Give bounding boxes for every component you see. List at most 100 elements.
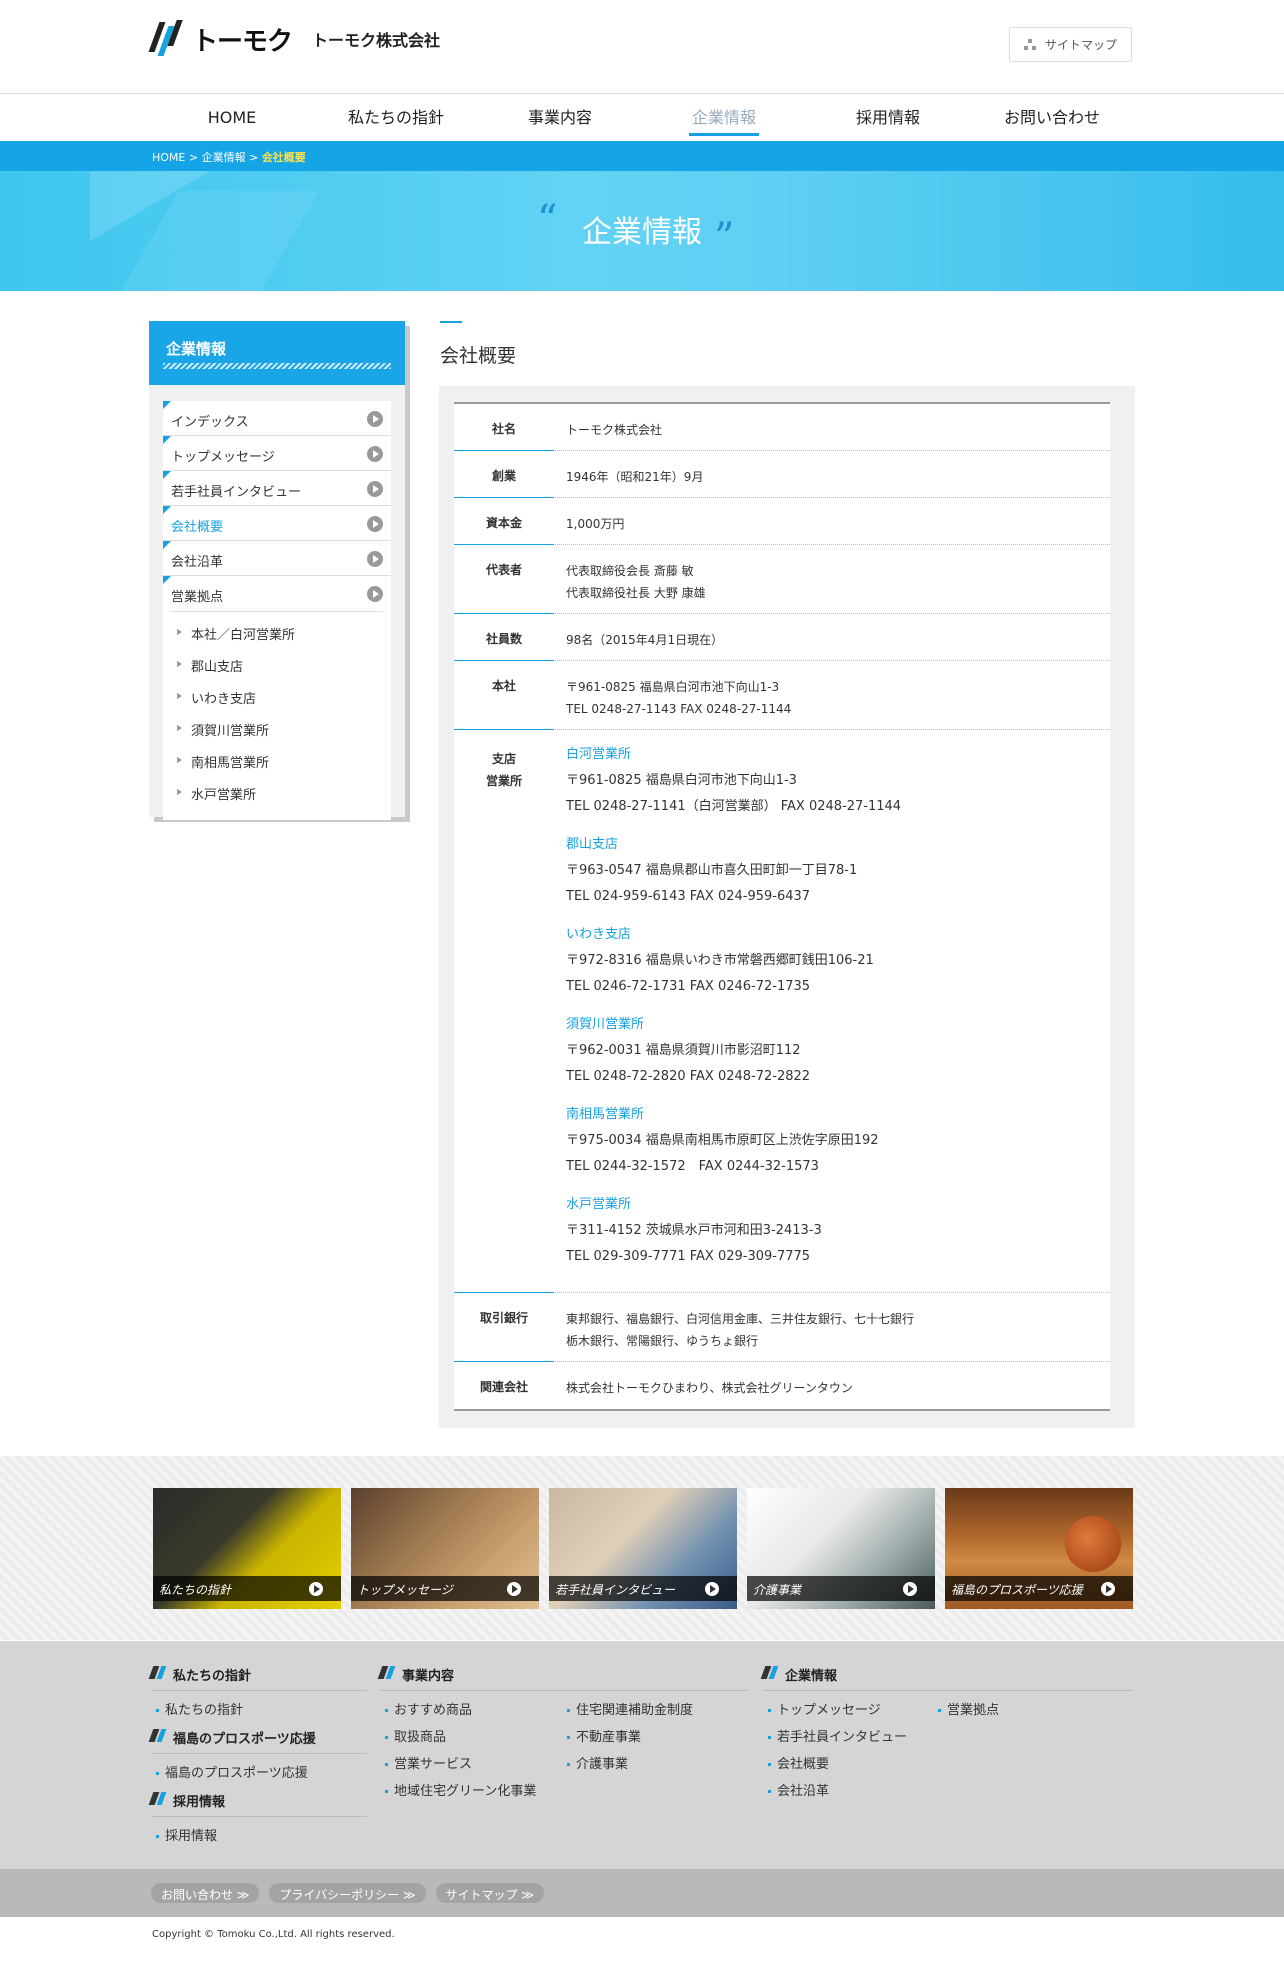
- footer-link[interactable]: 会社沿革: [763, 1778, 933, 1805]
- row-label: 関連会社: [479, 1380, 528, 1394]
- row-label-line: 支店: [491, 752, 516, 766]
- table-row: 社名 トーモク株式会社: [454, 404, 1110, 451]
- sitemap-icon: [1023, 39, 1037, 50]
- footer-heading: 福島のプロスポーツ応援: [151, 1728, 367, 1754]
- breadcrumb-home[interactable]: HOME: [152, 151, 185, 164]
- nav-company[interactable]: 企業情報: [642, 95, 806, 140]
- sidebar-subitem[interactable]: 須賀川営業所: [171, 712, 383, 744]
- table-row: 資本金 1,000万円: [454, 498, 1110, 545]
- branch-name-link[interactable]: 白河営業所: [566, 742, 1100, 768]
- banner-caption-text: 私たちの指針: [159, 1583, 232, 1597]
- footer-links: 採用情報: [151, 1817, 367, 1850]
- nav-philosophy[interactable]: 私たちの指針: [314, 95, 478, 140]
- footer-link[interactable]: 介護事業: [562, 1751, 693, 1778]
- sidebar-item-label: インデックス: [171, 415, 249, 430]
- footer-link[interactable]: 営業拠点: [933, 1697, 999, 1724]
- nav-home[interactable]: HOME: [150, 95, 314, 140]
- footer-link[interactable]: 私たちの指針: [151, 1697, 367, 1724]
- row-label: 創業: [454, 451, 554, 498]
- sidebar-item-offices[interactable]: 営業拠点: [163, 576, 391, 611]
- footer-heading: 私たちの指針: [151, 1665, 367, 1691]
- row-value: 1,000万円: [566, 517, 625, 531]
- banner-caption-text: 若手社員インタビュー: [555, 1583, 676, 1597]
- footer-link[interactable]: 取扱商品: [380, 1724, 562, 1751]
- branch-name-link[interactable]: 郡山支店: [566, 832, 1100, 858]
- row-value: トーモク株式会社: [566, 423, 663, 437]
- footer-link[interactable]: 採用情報: [151, 1823, 367, 1850]
- footer-heading: 採用情報: [151, 1791, 367, 1817]
- hero-banner: “ 企業情報 ”: [0, 171, 1284, 291]
- branch-name-link[interactable]: 須賀川営業所: [566, 1012, 1100, 1038]
- footer-link[interactable]: 住宅関連補助金制度: [562, 1697, 693, 1724]
- branch-name-link[interactable]: 水戸営業所: [566, 1192, 1100, 1218]
- sidebar-item-label: 会社沿革: [171, 555, 224, 570]
- nav-recruit[interactable]: 採用情報: [806, 95, 970, 140]
- footer-link[interactable]: 営業サービス: [380, 1751, 562, 1778]
- arrow-circle-icon: [367, 411, 383, 427]
- branch-entry: 白河営業所 〒961-0825 福島県白河市池下向山1-3 TEL 0248-2…: [566, 742, 1100, 820]
- footer-links: おすすめ商品 取扱商品 営業サービス 地域住宅グリーン化事業 住宅関連補助金制度…: [380, 1691, 748, 1805]
- banner-philosophy[interactable]: 私たちの指針: [153, 1488, 341, 1609]
- company-info-table: 社名 トーモク株式会社 創業 1946年（昭和21年）9月 資本金 1,000万…: [454, 402, 1110, 1411]
- basketball-image: [1065, 1516, 1121, 1572]
- sidebar: 企業情報 インデックス トップメッセージ 若手社員インタビュー 会社概要 会社沿…: [149, 321, 405, 820]
- banner-list: 私たちの指針 トップメッセージ 若手社員インタビュー 介護事業 福島のプロスポー…: [153, 1488, 1133, 1609]
- table-row: 取引銀行 東邦銀行、福島銀行、白河信用金庫、三井住友銀行、七十七銀行 栃木銀行、…: [454, 1293, 1110, 1362]
- banner-sports[interactable]: 福島のプロスポーツ応援: [945, 1488, 1133, 1609]
- page-title: 会社概要: [440, 345, 517, 367]
- breadcrumb-section[interactable]: 企業情報: [202, 151, 246, 164]
- branch-name-link[interactable]: 南相馬営業所: [566, 1102, 1100, 1128]
- play-icon: [705, 1582, 719, 1596]
- row-value: 株式会社トーモクひまわり、株式会社グリーンタウン: [566, 1381, 853, 1395]
- sidebar-subitem[interactable]: 本社／白河営業所: [171, 616, 383, 648]
- sidebar-subitem[interactable]: 南相馬営業所: [171, 744, 383, 776]
- banner-top-message[interactable]: トップメッセージ: [351, 1488, 539, 1609]
- branch-address: 〒961-0825 福島県白河市池下向山1-3: [566, 773, 797, 788]
- banner-caption-text: トップメッセージ: [357, 1583, 453, 1597]
- sidebar-item-interview[interactable]: 若手社員インタビュー: [163, 471, 391, 506]
- arrow-circle-icon: [367, 551, 383, 567]
- footer-link[interactable]: 不動産事業: [562, 1724, 693, 1751]
- row-value: 代表取締役会長 斎藤 敏 代表取締役社長 大野 康雄: [554, 545, 1110, 613]
- branch-phone: TEL 0248-27-1141（白河営業部） FAX 0248-27-1144: [566, 799, 902, 814]
- footer-link-group: トップメッセージ 若手社員インタビュー 会社概要 会社沿革: [763, 1697, 933, 1805]
- sidebar-item-top-message[interactable]: トップメッセージ: [163, 436, 391, 471]
- banner-caption: 介護事業: [747, 1576, 935, 1601]
- sitemap-button[interactable]: サイトマップ: [1009, 27, 1132, 62]
- banks-line: 栃木銀行、常陽銀行、ゆうちょ銀行: [566, 1334, 759, 1348]
- sidebar-subitem[interactable]: 水戸営業所: [171, 776, 383, 808]
- footer-link[interactable]: 若手社員インタビュー: [763, 1724, 933, 1751]
- footer-link[interactable]: 地域住宅グリーン化事業: [380, 1778, 562, 1805]
- footer-link[interactable]: おすすめ商品: [380, 1697, 562, 1724]
- footer-links: 福島のプロスポーツ応援: [151, 1754, 367, 1787]
- nav-business[interactable]: 事業内容: [478, 95, 642, 140]
- nav-contact[interactable]: お問い合わせ: [970, 95, 1134, 140]
- row-label: 代表者: [454, 545, 554, 614]
- hq-address: 〒961-0825 福島県白河市池下向山1-3: [566, 680, 780, 694]
- sidebar-subitem[interactable]: 郡山支店: [171, 648, 383, 680]
- sitemap-pill-link[interactable]: サイトマップ ≫: [435, 1883, 544, 1903]
- footer-link[interactable]: 福島のプロスポーツ応援: [151, 1760, 367, 1787]
- table-row: 創業 1946年（昭和21年）9月: [454, 451, 1110, 498]
- site-logo[interactable]: トーモク トーモク株式会社: [148, 18, 440, 60]
- footer-column: 事業内容 おすすめ商品 取扱商品 営業サービス 地域住宅グリーン化事業 住宅関連…: [380, 1665, 748, 1805]
- sidebar-item-label: 会社概要: [171, 520, 224, 535]
- contact-pill-link[interactable]: お問い合わせ ≫: [151, 1883, 260, 1903]
- footer-link[interactable]: 会社概要: [763, 1751, 933, 1778]
- privacy-pill-link[interactable]: プライバシーポリシー ≫: [269, 1883, 426, 1903]
- sidebar-subitem[interactable]: いわき支店: [171, 680, 383, 712]
- row-label: 取引銀行: [454, 1293, 554, 1362]
- banner-caption: 私たちの指針: [153, 1576, 341, 1601]
- arrow-circle-icon: [367, 481, 383, 497]
- row-label: 本社: [454, 661, 554, 730]
- sidebar-item-history[interactable]: 会社沿革: [163, 541, 391, 576]
- branch-name-link[interactable]: いわき支店: [566, 922, 1100, 948]
- sidebar-item-overview[interactable]: 会社概要: [163, 506, 391, 541]
- sidebar-item-label: 営業拠点: [171, 590, 224, 605]
- sidebar-item-index[interactable]: インデックス: [163, 401, 391, 436]
- site-header: トーモク トーモク株式会社 サイトマップ: [0, 0, 1284, 94]
- row-label: 資本金: [454, 498, 554, 545]
- banner-interview[interactable]: 若手社員インタビュー: [549, 1488, 737, 1609]
- banner-care[interactable]: 介護事業: [747, 1488, 935, 1609]
- footer-link[interactable]: トップメッセージ: [763, 1697, 933, 1724]
